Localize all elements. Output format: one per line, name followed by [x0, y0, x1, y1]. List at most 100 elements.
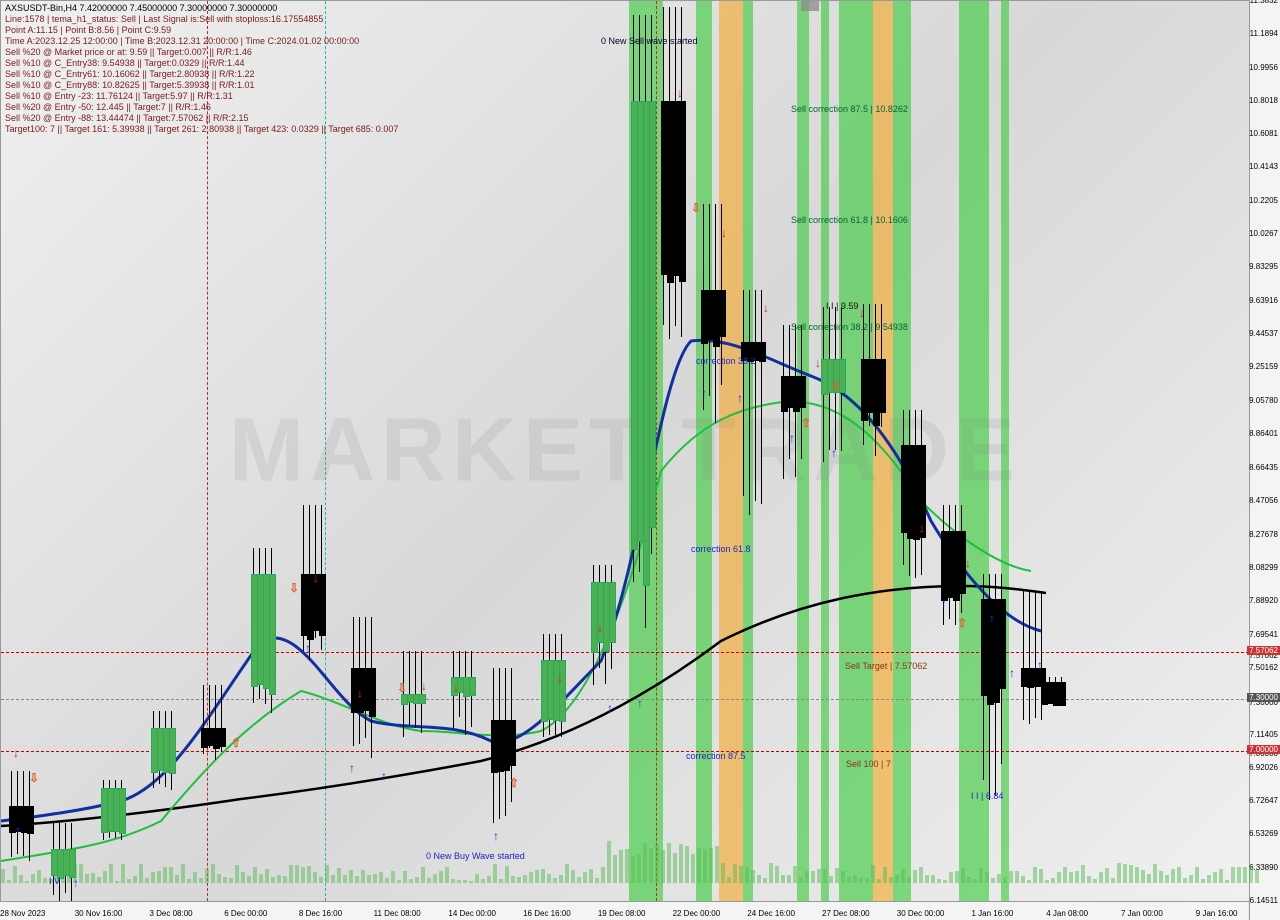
info-line: Sell %20 @ Market price or at: 9.59 || T… [5, 47, 398, 58]
signal-arrow: ↓ [453, 681, 459, 695]
signal-arrow: ⇧ [509, 776, 519, 790]
info-line: Sell %10 @ Entry -23: 11.76124 || Target… [5, 91, 398, 102]
signal-arrow: ↓ [677, 86, 683, 100]
signal-arrow: ↓ [13, 746, 19, 760]
y-tick: 11.3832 [1250, 0, 1278, 5]
signal-arrow: ↑ [381, 769, 387, 783]
info-line: Sell %20 @ Entry -88: 13.44474 || Target… [5, 113, 398, 124]
signal-arrow: ↓ [763, 301, 769, 315]
info-line: Line:1578 | tema_h1_status: Sell | Last … [5, 14, 398, 25]
x-tick: 30 Nov 16:00 [75, 909, 123, 918]
info-line: Sell %10 @ C_Entry38: 9.54938 || Target:… [5, 58, 398, 69]
y-tick: 11.1894 [1250, 29, 1278, 38]
signal-arrow: ↑ [941, 596, 947, 610]
info-line: Time A:2023.12.25 12:00:00 | Time B:2023… [5, 36, 398, 47]
x-tick: 16 Dec 16:00 [523, 909, 571, 918]
signal-arrow: ↑ [607, 701, 613, 715]
signal-arrow: ↓ [919, 521, 925, 535]
signal-arrow: ⇧ [801, 416, 811, 430]
x-tick: 11 Dec 08:00 [374, 909, 421, 918]
y-tick: 10.8018 [1249, 96, 1278, 105]
signal-arrow: ↓ [965, 556, 971, 570]
y-tick: 10.2205 [1249, 196, 1278, 205]
annotation: 0 New Sell wave started [601, 36, 698, 46]
info-line: Point A:11.15 | Point B:8.56 | Point C:9… [5, 25, 398, 36]
signal-arrow: ↑ [15, 823, 21, 837]
y-tick: 8.86401 [1249, 429, 1278, 438]
signal-arrow: ↓ [721, 226, 727, 240]
x-tick: 24 Dec 16:00 [747, 909, 795, 918]
annotation: Sell correction 38.2 | 9.54938 [791, 322, 908, 332]
info-line: AXSUSDT-Bin,H4 7.42000000 7.45000000 7.3… [5, 3, 398, 14]
ma-curves [1, 1, 1249, 901]
y-tick: 8.08299 [1249, 563, 1278, 572]
info-line: Sell %10 @ C_Entry88: 10.82625 || Target… [5, 80, 398, 91]
signal-arrow: ↓ [815, 356, 821, 370]
y-axis: 11.3832 11.1894 10.9956 10.8018 10.6081 10.41… [1249, 0, 1280, 920]
y-tick: 7.88920 [1249, 596, 1278, 605]
y-tick: 6.14511 [1250, 896, 1278, 905]
signal-arrow: ⇩ [831, 379, 841, 393]
x-tick: 14 Dec 00:00 [448, 909, 496, 918]
signal-arrow: ⇩ [289, 581, 299, 595]
x-tick: 22 Dec 00:00 [673, 909, 721, 918]
x-tick: 9 Jan 16:00 [1196, 909, 1238, 918]
annotation: correction 87.5 [686, 751, 746, 761]
price-tag: 7.57062 [1247, 646, 1280, 655]
x-tick: 28 Nov 2023 [0, 909, 45, 918]
y-tick: 7.11405 [1250, 730, 1278, 739]
signal-arrow: ⇩ [691, 201, 701, 215]
x-tick: 3 Dec 08:00 [149, 909, 192, 918]
y-tick: 6.72647 [1249, 796, 1278, 805]
y-tick: 9.44537 [1249, 329, 1278, 338]
x-tick: 19 Dec 08:00 [598, 909, 646, 918]
signal-arrow: ⇧ [231, 736, 241, 750]
y-tick: 10.9956 [1249, 63, 1278, 72]
x-tick: 4 Jan 08:00 [1046, 909, 1088, 918]
y-tick: 10.0267 [1249, 229, 1278, 238]
annotation: I I | 9.59 [826, 301, 858, 311]
annotation: Sell correction 87.5 | 10.8262 [791, 104, 908, 114]
y-tick: 10.4143 [1249, 162, 1278, 171]
signal-arrow: ↑ [349, 761, 355, 775]
y-tick: 9.05780 [1249, 396, 1278, 405]
y-tick: 6.53269 [1249, 829, 1278, 838]
annotation: Sell Target | 7.57062 [845, 661, 927, 671]
info-line: Sell %10 @ C_Entry61: 10.16062 || Target… [5, 69, 398, 80]
annotation: correction 61.8 [691, 544, 751, 554]
signal-arrow: ↑ [989, 611, 995, 625]
signal-arrow: ↓ [357, 686, 363, 700]
y-tick: 8.27678 [1249, 530, 1278, 539]
signal-arrow: ↓ [313, 571, 319, 585]
info-line: Sell %20 @ Entry -50: 12.445 || Target:7… [5, 102, 398, 113]
chart-area[interactable]: MARKET TRADE ↓⇩↑↑↓⇧⇩↓↑↑↓↑⇩↓↓↑⇧↓↓↑↑↓⇩↑↓↑↓… [0, 0, 1250, 902]
info-block: AXSUSDT-Bin,H4 7.42000000 7.45000000 7.3… [5, 3, 398, 135]
signal-arrow: ⇩ [29, 771, 39, 785]
y-tick: 6.33890 [1249, 863, 1278, 872]
x-tick: 6 Dec 00:00 [224, 909, 267, 918]
signal-arrow: ↓ [557, 671, 563, 685]
annotation: correction 38.2 [696, 356, 756, 366]
x-tick: 7 Jan 00:00 [1121, 909, 1163, 918]
x-tick: 1 Jan 16:00 [971, 909, 1013, 918]
signal-arrow: ↑ [493, 829, 499, 843]
y-tick: 9.83295 [1249, 262, 1278, 271]
signal-arrow: ↑ [637, 696, 643, 710]
signal-arrow: ⇧ [957, 616, 967, 630]
signal-arrow: ↑ [831, 446, 837, 460]
x-tick: 30 Dec 00:00 [897, 909, 945, 918]
signal-arrow: ↓ [597, 621, 603, 635]
y-tick: 9.25159 [1249, 362, 1278, 371]
y-tick: 7.69541 [1249, 630, 1278, 639]
y-tick: 8.66435 [1249, 463, 1278, 472]
signal-arrow: ↑ [701, 386, 707, 400]
y-tick: 6.92026 [1249, 763, 1278, 772]
signal-arrow: ↑ [1009, 666, 1015, 680]
price-tag: 7.00000 [1247, 745, 1280, 754]
annotation: 0 New Buy Wave started [426, 851, 525, 861]
info-line: Target100: 7 || Target 161: 5.39938 || T… [5, 124, 398, 135]
annotation: I V [49, 876, 60, 886]
signal-arrow: ↑ [737, 391, 743, 405]
signal-arrow: ↑ [1037, 658, 1043, 672]
y-tick: 10.6081 [1249, 129, 1278, 138]
